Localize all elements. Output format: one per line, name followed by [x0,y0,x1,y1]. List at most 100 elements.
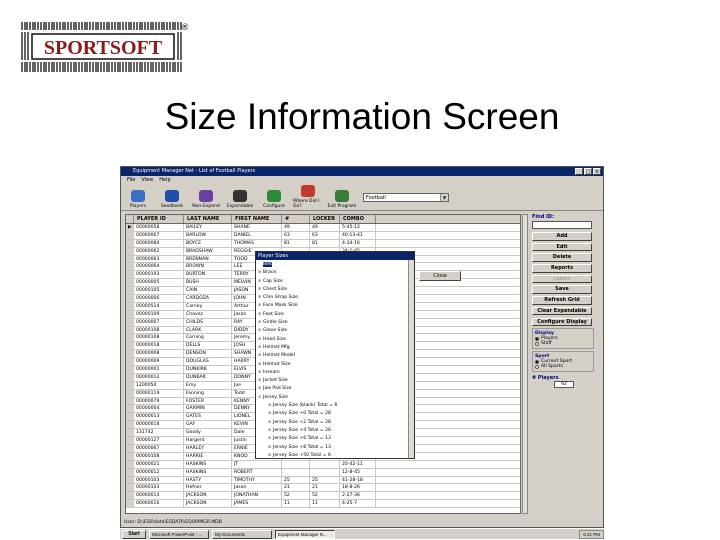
toolbar-where-did-i-go-button[interactable]: Where Did I Go? [293,185,323,209]
table-cell [126,468,134,476]
table-cell: 49 [282,224,310,231]
table-row[interactable]: 00000016 JACKSON JAMES 11 11 4-25-7 [126,500,520,509]
sizes-scrollbar[interactable] [408,260,414,458]
table-cell: 11 [310,500,340,508]
add-button[interactable]: Add [532,232,592,241]
table-row[interactable]: 00000103 Hefner Jason 21 21 18-8-26 [126,484,520,493]
column-header[interactable]: FIRST NAME [232,215,282,223]
configure-display-button[interactable]: Configure Display [532,317,592,326]
task-equipment-manager[interactable]: Equipment Manager N... [275,529,335,539]
table-row[interactable]: 00000012 HASKINS ROBERT 12-8-45 [126,468,520,477]
tree-item[interactable]: ⊞ Inseam [258,368,412,376]
edit-button[interactable]: Edit [532,242,592,252]
toolbar-players-button[interactable]: Players [123,185,153,209]
tree-item[interactable]: ⊞ Brace [258,268,412,276]
table-cell: CLARK [184,326,232,334]
tree-item[interactable]: ⊞ Helmet Size [258,360,412,368]
table-cell: HASKINS [184,468,232,476]
start-button[interactable]: Start [122,529,146,539]
column-header[interactable] [126,215,134,223]
table-row[interactable]: 00000014 JACKSON JONATHAN 52 52 2-27-36 [126,492,520,501]
table-cell: 00000103 [134,271,184,279]
tree-item-label: Chest Size [263,286,288,292]
close-dialog-button[interactable]: Close [419,271,461,281]
tree-item[interactable]: ⊞ Jaw Pad Size [258,384,412,392]
all-sports-radio[interactable]: All Sports [535,364,591,369]
save-button[interactable]: Save [532,285,592,294]
tree-item[interactable]: ⊞ Jacket Size [258,376,412,384]
chevron-down-icon[interactable]: ▼ [440,194,448,201]
tree-item-label: Jersey Size (blank) Total = 6 [273,403,338,409]
menu-view[interactable]: View [141,176,153,184]
delete-button[interactable]: Delete [532,253,592,262]
column-header[interactable]: PLAYER ID [134,215,184,223]
tree-item[interactable]: ⊞ Face Mask Size [258,301,412,309]
tree-item[interactable]: ⊞ Jersey Size (blank) Total = 6 [258,401,412,409]
table-cell: 00000058 [134,224,184,231]
tree-item[interactable]: ⊞ Helmet Mfg [258,343,412,351]
tree-item[interactable]: Belt [258,261,412,268]
table-cell: 81 [282,239,310,247]
tree-item[interactable]: ⊞ Girdle Size [258,318,412,326]
table-cell: 00000119 [134,389,184,397]
display-staff-radio[interactable]: Staff [535,341,591,346]
table-row[interactable]: 00000021 HASKINS JT 20-42-11 [126,460,520,469]
tree-item[interactable]: ⊞ Jersey Size +2 Total = 28 [258,418,412,426]
tree-item[interactable]: ⊞ Jersey Size +0 Total = 28 [258,409,412,417]
tree-item[interactable]: ⊟ Jersey Size [258,393,412,401]
table-row[interactable]: 00000067 BARLOW DANIEL 63 63 40-13-41 [126,231,520,240]
toolbar-expendable-button[interactable]: Expendable [225,185,255,209]
table-row[interactable]: ▶ 00000058 BAILEY SHANE 49 49 5-45-12 [126,224,520,232]
find-id-input[interactable] [532,221,592,229]
refresh-grid-button[interactable]: Refresh Grid [532,296,592,305]
menu-help[interactable]: Help [159,176,170,184]
table-row[interactable]: 00000084 BOYCE THOMAS 81 81 4-34-16 [126,239,520,248]
close-window-button[interactable]: × [593,168,601,175]
table-cell: JACKSON [184,500,232,508]
menu-file[interactable]: File [127,176,135,184]
sport-group: Sport Current Sport All Sports [532,351,594,373]
tree-item[interactable]: ⊞ Chest Size [258,285,412,293]
tree-item[interactable]: ⊞ Head Size [258,335,412,343]
toolbar-seedbank-button[interactable]: Seedbank [157,185,187,209]
tree-item[interactable]: ⊞ Jersey Size +6 Total = 13 [258,434,412,442]
toolbar-configure-button[interactable]: Configure [259,185,289,209]
table-cell: JONATHAN [232,492,282,500]
column-header[interactable]: COMBO [340,215,376,223]
table-cell [126,476,134,484]
players-count: 92 [554,381,574,389]
table-cell [126,397,134,405]
table-row[interactable]: 00000103 HASTY TIMOTHY 25 25 41-28-18 [126,476,520,485]
tree-item[interactable]: ⊞ Jersey Size +4 Total = 26 [258,426,412,434]
labels-button[interactable]: Labels [532,274,592,284]
toolbar-non-expend-button[interactable]: Non-Expend [191,185,221,209]
tree-item[interactable]: ⊞ Jersey Size +8 Total = 13 [258,443,412,451]
sport-select-value: Football [366,195,386,201]
table-cell: CHILDS [184,318,232,326]
tree-item[interactable]: ⊞ Helmet Model [258,351,412,359]
column-header[interactable]: LAST NAME [184,215,232,223]
tree-item[interactable]: ⊞ Cap Size [258,277,412,285]
table-cell [126,326,134,334]
table-cell: 00000108 [134,326,184,334]
toolbar-exit-program-button[interactable]: Exit Program [327,185,357,209]
tree-item-label: Jaw Pad Size [263,386,292,392]
sport-select[interactable]: Football ▼ [363,193,449,202]
table-cell: 00000062 [134,247,184,255]
tree-item[interactable]: ⊞ Foot Size [258,310,412,318]
find-id-label: Find ID: [532,214,555,220]
reports-button[interactable]: Reports [532,264,592,273]
tree-item[interactable]: ⊞ Chin Strap Size [258,293,412,301]
minimize-button[interactable]: _ [575,168,583,175]
task-powerpoint[interactable]: Microsoft PowerPoint - ... [149,529,209,539]
grid-scrollbar[interactable] [522,214,528,514]
tree-item[interactable]: ⊞ Glove Size [258,326,412,334]
clear-expendable-button[interactable]: Clear Expendable [532,306,592,316]
task-my-documents[interactable]: My Documents [212,529,272,539]
maximize-button[interactable]: □ [584,168,592,175]
table-cell: BUSH [184,279,232,287]
column-header[interactable]: # [282,215,310,223]
tree-item[interactable]: ⊞ Jersey Size +50 Total = 6 [258,451,412,458]
column-header[interactable]: LOCKER [310,215,340,223]
sportsoft-logo: SPORTSOFT ® [21,22,188,72]
